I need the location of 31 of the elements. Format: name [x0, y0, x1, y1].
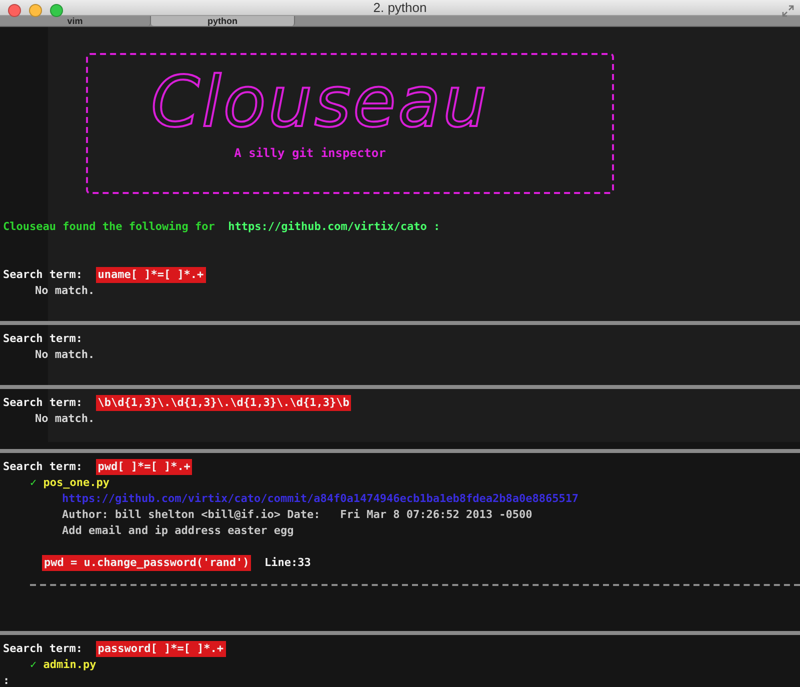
logo-text: Clouseau [150, 60, 490, 145]
search-term-value: password[ ]*=[ ]*.+ [96, 641, 226, 657]
command-prompt: : [3, 673, 10, 687]
file-name: admin.py [43, 657, 96, 673]
search-term-label: Search term: [3, 267, 82, 283]
file-name: pos_one.py [43, 475, 110, 491]
minimize-button[interactable] [29, 4, 42, 17]
repo-url: https://github.com/virtix/cato : [228, 219, 440, 235]
author-text: Author: bill shelton <bill@if.io> Date: Fri Mar 8 07:26:52 2013 -0500 [62, 507, 532, 523]
status-text: No match. [35, 411, 95, 427]
search-term-label: Search term: [3, 395, 82, 411]
search-term-value: pwd[ ]*=[ ]*.+ [96, 459, 192, 475]
search-term-label: Search term: [3, 331, 82, 347]
close-button[interactable] [8, 4, 21, 17]
tagline-text: A silly git inspector [234, 145, 386, 161]
matched-code: pwd = u.change_password('rand') [42, 555, 252, 571]
line-number: Line:33 [264, 555, 311, 571]
status-text: No match. [35, 347, 95, 363]
check-mark: ✓ [30, 475, 37, 491]
window-title: 2. python [373, 0, 427, 15]
zoom-button[interactable] [50, 4, 63, 17]
check-mark: ✓ [30, 657, 37, 673]
fullscreen-icon[interactable] [782, 5, 794, 17]
search-term-label: Search term: [3, 641, 82, 657]
terminal-tab[interactable]: python [151, 16, 295, 26]
search-term-label: Search term: [3, 459, 82, 475]
commit-message: Add email and ip address easter egg [62, 523, 294, 539]
search-term-value: uname[ ]*=[ ]*.+ [96, 267, 206, 283]
intro-text: Clouseau found the following for [3, 219, 215, 235]
search-term-value: \b\d{1,3}\.\d{1,3}\.\d{1,3}\.\d{1,3}\b [96, 395, 352, 411]
status-text: No match. [35, 283, 95, 299]
